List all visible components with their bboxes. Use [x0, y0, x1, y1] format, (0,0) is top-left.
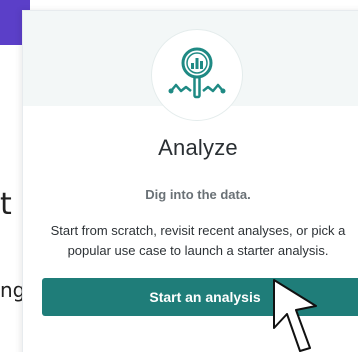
background-text-fragment: t	[0, 187, 12, 222]
magnifier-chart-icon	[168, 47, 226, 99]
card-title: Analyze	[158, 135, 238, 160]
pointer-cursor-icon	[273, 279, 317, 352]
card-subtitle: Dig into the data.	[145, 187, 251, 202]
card-description: Start from scratch, revisit recent analy…	[50, 223, 346, 258]
icon-circle	[151, 29, 243, 121]
screen: t ng Analyze Dig into the data. Start fr…	[0, 0, 358, 352]
